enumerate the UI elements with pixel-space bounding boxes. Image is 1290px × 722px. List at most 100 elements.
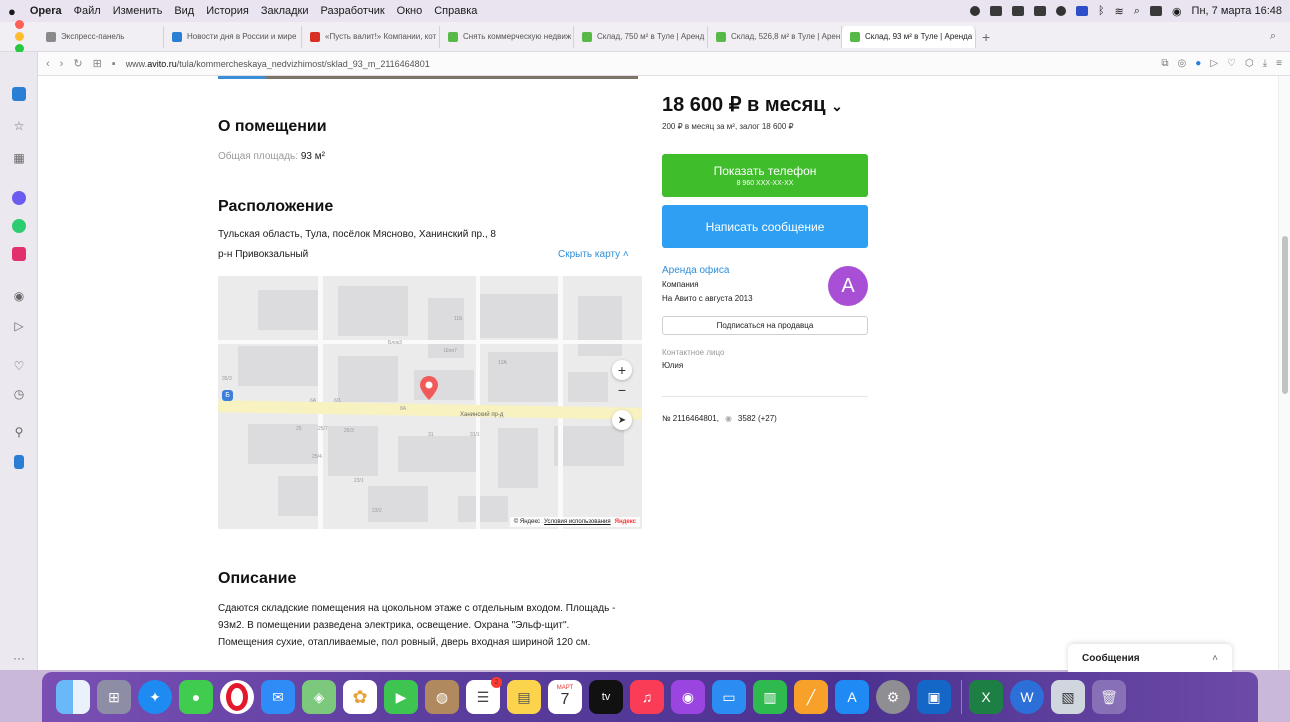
tab-news[interactable]: Новости дня в России и мире [164,25,302,48]
more-icon[interactable]: ··· [11,650,27,666]
mail-icon[interactable]: ✉ [261,680,295,714]
yandex-logo[interactable]: Яндекс [615,519,636,525]
apple-icon[interactable]: ● [8,4,16,19]
seller-avatar[interactable]: A [828,266,868,306]
photo-strip[interactable] [218,76,638,79]
seller-name-link[interactable]: Аренда офиса [662,265,729,276]
tab-warehouse-93[interactable]: Склад, 93 м² в Туле | Аренда × [842,25,976,48]
settings-icon[interactable]: ⚙ [876,680,910,714]
menu-help[interactable]: Справка [434,5,477,17]
chevron-up-icon[interactable]: ˄ [1212,653,1218,664]
word-icon[interactable]: W [1010,680,1044,714]
notes-icon[interactable]: ▤ [507,680,541,714]
music-player-icon[interactable]: ◉ [11,288,27,304]
preview-icon[interactable]: ▧ [1051,680,1085,714]
messenger-icon[interactable] [11,190,27,206]
bookmarks-icon[interactable]: ☆ [11,118,27,134]
map-pin-icon[interactable] [420,376,438,400]
show-phone-button[interactable]: Показать телефон 8 960 XXX-XX-XX [662,154,868,197]
clock-icon[interactable]: ◷ [11,386,27,402]
keynote-icon[interactable]: ▭ [712,680,746,714]
calendar-icon[interactable]: МАРТ 7 [548,680,582,714]
control-center-icon[interactable] [1149,6,1162,16]
play-icon[interactable]: ▷ [1210,58,1218,69]
yandex-map[interactable]: 11Б Блок3 Шоп7 12А 35/3 6А 6/1 8А 25 25/… [218,276,642,529]
snapshot-icon[interactable]: ⧉ [1161,58,1168,69]
close-window-button[interactable] [14,20,24,29]
map-terms-link[interactable]: Условия использования [544,519,611,525]
camera-icon[interactable]: ◎ [1178,58,1187,69]
menu-developer[interactable]: Разработчик [321,5,385,17]
music-icon[interactable]: ♫ [630,680,664,714]
status-icon-1[interactable] [969,6,980,16]
outlook-icon[interactable]: ▣ [917,680,951,714]
zoom-out-button[interactable]: − [612,380,632,400]
tv-icon[interactable]: tv [589,680,623,714]
reminders-icon[interactable]: ☰ 2 [466,677,502,714]
home-icon[interactable] [11,86,27,102]
page-scrollbar[interactable] [1278,76,1290,670]
hide-map-link[interactable]: Скрыть карту ˄ [558,246,629,263]
appstore-icon[interactable]: A [835,680,869,714]
menu-history[interactable]: История [206,5,249,17]
numbers-icon[interactable]: ▥ [753,680,787,714]
tab-warehouse-750[interactable]: Склад, 750 м² в Туле | Аренд [574,25,708,48]
status-icon-5[interactable] [1055,6,1066,16]
contacts-icon[interactable]: ◍ [425,680,459,714]
bus-stop-icon[interactable]: Б [222,390,233,401]
tab-avito-search[interactable]: Снять коммерческую недвиж [440,25,574,48]
instagram-icon[interactable] [11,246,27,262]
trash-icon[interactable]: 🗑 [1092,680,1126,714]
pages-icon[interactable]: ╱ [794,680,828,714]
menu-file[interactable]: Файл [74,5,101,17]
back-icon[interactable]: ‹ [46,58,50,70]
zoom-in-button[interactable]: + [612,360,632,380]
menu-edit[interactable]: Изменить [113,5,163,17]
datetime[interactable]: Пн, 7 марта 16:48 [1192,5,1282,17]
status-icon-2[interactable] [989,6,1002,16]
forward-icon[interactable]: › [60,58,64,70]
write-message-button[interactable]: Написать сообщение [662,205,868,248]
messages-popup[interactable]: Сообщения ˄ [1068,644,1232,672]
price[interactable]: 18 600 ₽ в месяц ⌄ [662,92,843,117]
menu-icon[interactable]: ≡ [1276,58,1282,69]
whatsapp-icon[interactable] [11,218,27,234]
download-icon[interactable]: ⤓ [1263,58,1267,69]
menu-bookmarks[interactable]: Закладки [261,5,309,17]
tab-search-icon[interactable]: ⌕ [1270,30,1276,43]
status-icon-3[interactable] [1011,6,1024,16]
excel-icon[interactable]: X [969,680,1003,714]
minimize-window-button[interactable] [14,32,24,41]
vpn-icon[interactable]: ● [1195,58,1201,69]
menu-app-name[interactable]: Opera [30,5,62,17]
speed-dial-grid-icon[interactable]: ⊞ [93,57,102,70]
wifi-icon[interactable]: ≋ [1115,5,1124,18]
facetime-icon[interactable]: ▶ [384,680,418,714]
subscribe-button[interactable]: Подписаться на продавца [662,316,868,335]
extension-icon[interactable] [11,454,27,470]
status-icon-4[interactable] [1033,6,1046,16]
history-panel-icon[interactable]: ▦ [11,150,27,166]
siri-icon[interactable]: ◉ [1172,5,1182,18]
photos-icon[interactable]: ✿ [343,680,377,714]
launchpad-icon[interactable]: ⊞ [97,680,131,714]
menu-window[interactable]: Окно [397,5,423,17]
reload-icon[interactable]: ↻ [73,57,82,70]
favorites-icon[interactable]: ♡ [11,358,27,374]
tab-article[interactable]: «Пусть валит!» Компании, кот [302,25,440,48]
opera-icon[interactable] [220,680,254,714]
safari-icon[interactable]: ✦ [138,680,172,714]
maps-icon[interactable]: ◈ [302,680,336,714]
podcasts-icon[interactable]: ◉ [671,680,705,714]
tab-warehouse-526[interactable]: Склад, 526,8 м² в Туле | Арен [708,25,842,48]
search-icon[interactable]: ⌕ [1134,5,1140,18]
scrollbar-thumb[interactable] [1282,236,1288,394]
player-icon[interactable]: ▷ [11,318,27,334]
new-tab-button[interactable]: + [982,29,990,45]
bluetooth-icon[interactable]: ᛒ [1098,5,1105,17]
messages-icon[interactable]: ● [179,680,213,714]
extensions-icon[interactable]: ⬡ [1245,58,1254,69]
flag-icon[interactable] [1075,6,1088,16]
heart-icon[interactable]: ♡ [1227,58,1236,69]
geolocate-icon[interactable]: ➤ [612,410,632,430]
